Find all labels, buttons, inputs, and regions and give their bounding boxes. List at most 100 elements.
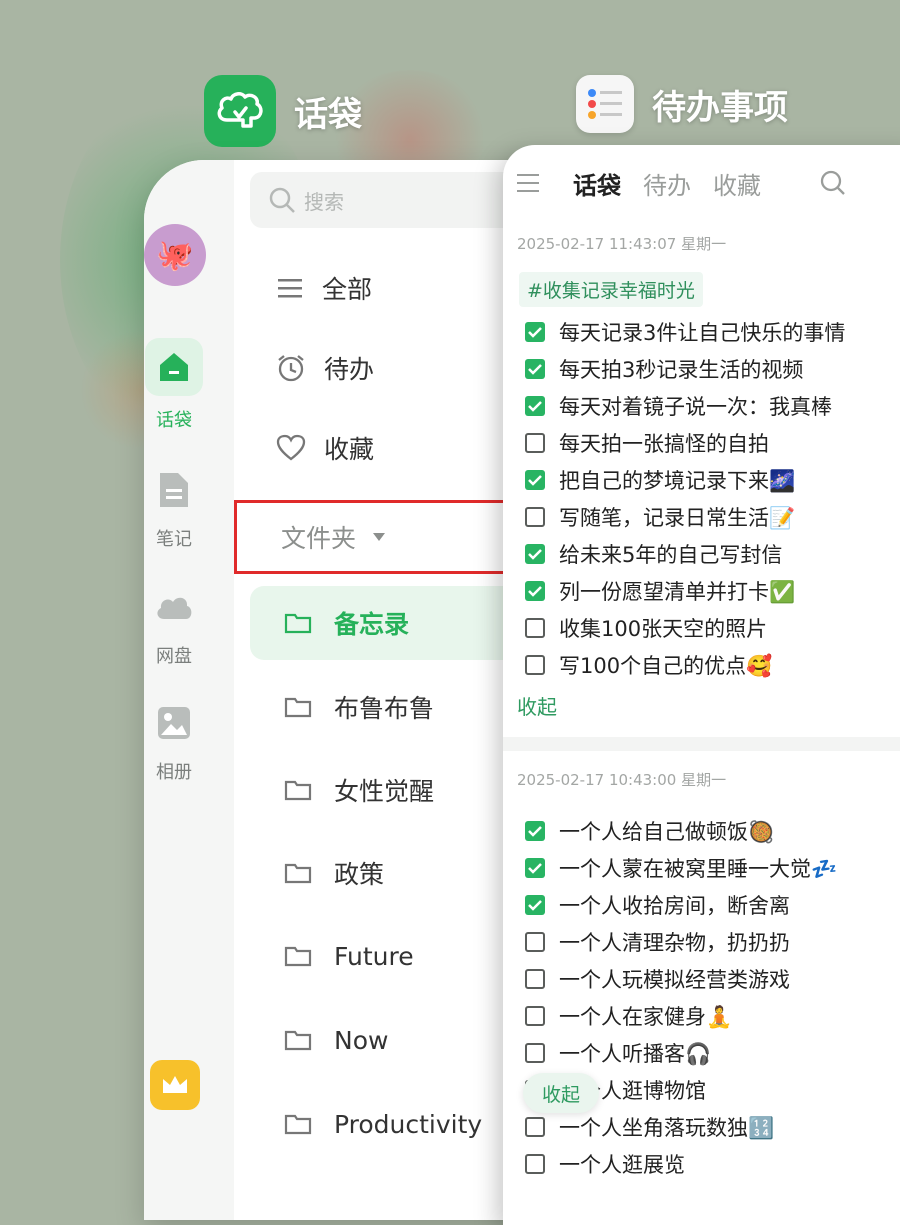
checkbox[interactable] xyxy=(525,432,545,453)
checkbox[interactable] xyxy=(525,857,545,878)
todo-text: 一个人听播客🎧 xyxy=(559,1041,712,1066)
heart-icon xyxy=(276,434,306,461)
folder-item[interactable]: Productivity xyxy=(250,1087,540,1161)
checkbox[interactable] xyxy=(525,820,545,841)
checkbox[interactable] xyxy=(525,321,545,342)
todo-text: 每天对着镜子说一次：我真棒 xyxy=(559,394,832,419)
tab-favorites[interactable]: 收藏 xyxy=(713,166,761,201)
tab-huadai[interactable]: 话袋 xyxy=(573,166,621,201)
todo-item: 收集100张天空的照片 xyxy=(503,609,900,646)
folder-icon xyxy=(284,1114,312,1135)
todo-item: 一个人蒙在被窝里睡一大觉💤 xyxy=(503,849,900,886)
todo-text: 给未来5年的自己写封信 xyxy=(559,542,783,567)
checkbox[interactable] xyxy=(525,469,545,490)
folder-icon xyxy=(284,1030,312,1051)
menu-item-favorites[interactable]: 收藏 xyxy=(276,430,374,466)
todo-item: 一个人玩模拟经营类游戏 xyxy=(503,960,900,997)
app-title: 话袋 xyxy=(294,94,362,135)
note-icon xyxy=(149,465,199,515)
todo-text: 写100个自己的优点🥰 xyxy=(559,653,773,678)
menu-icon[interactable] xyxy=(515,172,543,194)
todo-item: 一个人听播客🎧 xyxy=(503,1034,900,1071)
checkbox[interactable] xyxy=(525,968,545,989)
checkbox[interactable] xyxy=(525,931,545,952)
todo-text: 一个人清理杂物，扔扔扔 xyxy=(559,930,790,955)
todo-text: 写随笔，记录日常生活📝 xyxy=(559,505,796,530)
todo-item: 写100个自己的优点🥰 xyxy=(503,646,900,683)
checkbox[interactable] xyxy=(525,395,545,416)
rail-item-notes[interactable]: 笔记 xyxy=(144,465,204,551)
alarm-clock-icon xyxy=(278,355,304,382)
todo-text: 一个人坐角落玩数独🔢 xyxy=(559,1115,775,1140)
rail-item-label: 笔记 xyxy=(156,529,192,550)
huadai-window: 🐙 话袋 笔记 网盘 相册 搜索 全部 待办 收藏 文件夹 备忘录 布鲁布鲁 女… xyxy=(144,160,564,1220)
todo-item: 一个人逛展览 xyxy=(503,1145,900,1182)
checkbox[interactable] xyxy=(525,1005,545,1026)
checkbox[interactable] xyxy=(525,1042,545,1063)
folder-item[interactable]: 布鲁布鲁 xyxy=(250,670,540,744)
menu-item-label: 收藏 xyxy=(324,435,375,464)
collapse-link[interactable]: 收起 xyxy=(517,691,900,720)
folder-item[interactable]: 政策 xyxy=(250,836,540,910)
checkbox[interactable] xyxy=(525,1116,545,1137)
note-card: 2025-02-17 11:43:07 星期一 #收集记录幸福时光 每天记录3件… xyxy=(503,233,900,720)
todo-text: 一个人在家健身🧘 xyxy=(559,1004,733,1029)
folder-label: 备忘录 xyxy=(334,610,410,639)
folder-icon xyxy=(284,697,312,718)
checkbox[interactable] xyxy=(525,894,545,915)
rail-item-album[interactable]: 相册 xyxy=(144,698,204,784)
folder-icon xyxy=(284,780,312,801)
side-rail: 🐙 话袋 笔记 网盘 相册 xyxy=(144,160,234,1220)
checkbox[interactable] xyxy=(525,358,545,379)
todo-item: 每天拍一张搞怪的自拍 xyxy=(503,424,900,461)
app-title: 待办事项 xyxy=(652,87,788,128)
crown-icon[interactable] xyxy=(150,1060,200,1110)
todo-text: 列一份愿望清单并打卡✅ xyxy=(559,579,796,604)
search-icon[interactable] xyxy=(819,169,847,197)
todo-item: 每天记录3件让自己快乐的事情 xyxy=(503,313,900,350)
floating-collapse-button[interactable]: 收起 xyxy=(523,1073,599,1113)
todo-app-header: 待办事项 xyxy=(576,75,788,133)
huadai-app-header: 话袋 xyxy=(204,75,362,147)
photo-icon xyxy=(149,698,199,748)
avatar[interactable]: 🐙 xyxy=(144,224,206,286)
rail-item-cloud[interactable]: 网盘 xyxy=(144,582,204,668)
folder-icon xyxy=(284,613,312,634)
todo-item: 一个人收拾房间，断舍离 xyxy=(503,886,900,923)
tab-bar: 话袋 待办 收藏 xyxy=(503,145,900,221)
list-icon xyxy=(278,279,302,298)
folder-item[interactable]: 备忘录 xyxy=(250,586,540,660)
timestamp: 2025-02-17 10:43:00 星期一 xyxy=(517,771,727,789)
folder-item[interactable]: Future xyxy=(250,919,540,993)
folder-item[interactable]: 女性觉醒 xyxy=(250,753,540,827)
todo-text: 一个人蒙在被窝里睡一大觉💤 xyxy=(559,856,838,881)
todo-list: 一个人给自己做顿饭🥘 一个人蒙在被窝里睡一大觉💤 一个人收拾房间，断舍离 一个人… xyxy=(503,812,900,1182)
todo-item: 给未来5年的自己写封信 xyxy=(503,535,900,572)
folder-label: Future xyxy=(334,941,414,971)
folder-section-header[interactable]: 文件夹 xyxy=(234,500,534,574)
todo-text: 每天拍3秒记录生活的视频 xyxy=(559,357,804,382)
todo-item: 一个人坐角落玩数独🔢 xyxy=(503,1108,900,1145)
checkbox[interactable] xyxy=(525,506,545,527)
checkbox[interactable] xyxy=(525,580,545,601)
menu-item-all[interactable]: 全部 xyxy=(276,270,372,306)
home-icon xyxy=(145,338,203,396)
checkbox[interactable] xyxy=(525,1153,545,1174)
checkbox[interactable] xyxy=(525,654,545,675)
menu-item-label: 待办 xyxy=(324,355,375,384)
hashtag[interactable]: #收集记录幸福时光 xyxy=(519,272,703,307)
todo-text: 一个人收拾房间，断舍离 xyxy=(559,893,790,918)
menu-item-todo[interactable]: 待办 xyxy=(276,350,374,386)
tab-todo[interactable]: 待办 xyxy=(643,166,691,201)
caret-down-icon xyxy=(373,533,386,541)
menu-item-label: 全部 xyxy=(322,275,373,304)
todo-item: 每天对着镜子说一次：我真棒 xyxy=(503,387,900,424)
folder-item[interactable]: Now xyxy=(250,1003,540,1077)
todo-item: 把自己的梦境记录下来🌌 xyxy=(503,461,900,498)
todo-item: 一个人给自己做顿饭🥘 xyxy=(503,812,900,849)
todo-item: 列一份愿望清单并打卡✅ xyxy=(503,572,900,609)
checkbox[interactable] xyxy=(525,617,545,638)
rail-item-huadai[interactable]: 话袋 xyxy=(144,338,204,432)
checkbox[interactable] xyxy=(525,543,545,564)
folder-label: 政策 xyxy=(334,860,385,889)
